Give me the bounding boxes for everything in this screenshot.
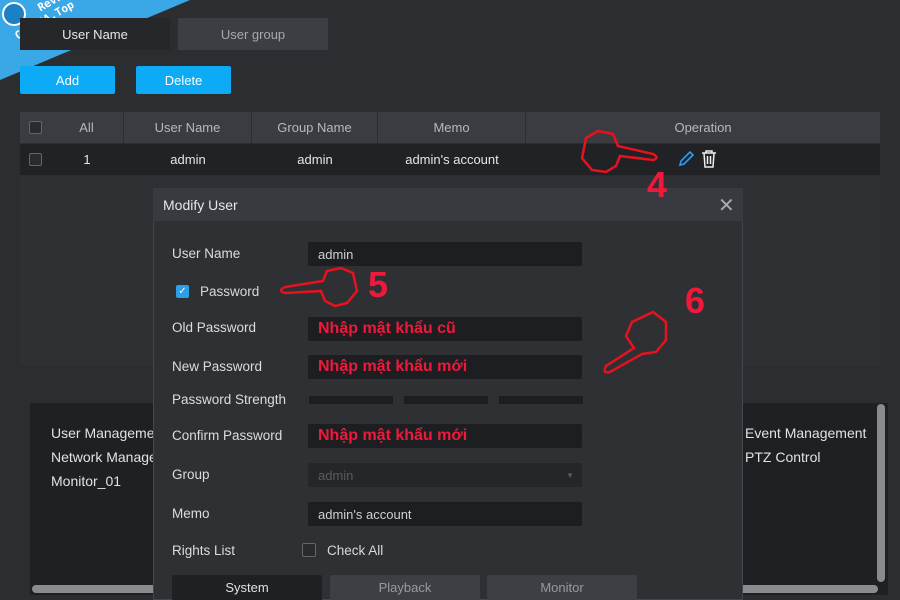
new-password-label: New Password bbox=[172, 359, 263, 374]
row-group-name: admin bbox=[297, 152, 333, 167]
header-group-name: Group Name bbox=[252, 112, 378, 143]
strength-bar bbox=[309, 396, 393, 404]
strength-bar bbox=[499, 396, 583, 404]
new-password-input[interactable]: Nhập mật khẩu mới bbox=[308, 355, 582, 379]
right-item[interactable]: Event Management bbox=[745, 425, 866, 441]
group-select: admin ▼ bbox=[308, 463, 582, 487]
memo-input[interactable]: admin's account bbox=[308, 502, 582, 526]
select-all-checkbox[interactable] bbox=[28, 121, 42, 134]
right-item[interactable]: PTZ Control bbox=[745, 449, 820, 465]
dialog-tab-system[interactable]: System bbox=[172, 575, 322, 600]
right-item[interactable]: Network Manage bbox=[51, 449, 157, 465]
rights-list-label: Rights List bbox=[172, 543, 236, 558]
tab-user-group[interactable]: User group bbox=[178, 18, 328, 50]
password-label: Password bbox=[200, 284, 260, 299]
step-6-label: 6 bbox=[685, 280, 706, 321]
header-select-all[interactable] bbox=[20, 112, 50, 143]
dialog-tab-monitor[interactable]: Monitor bbox=[487, 575, 637, 600]
delete-trash-icon[interactable] bbox=[700, 149, 718, 169]
tab-user-name[interactable]: User Name bbox=[20, 18, 170, 50]
user-name-label: User Name bbox=[172, 246, 241, 261]
old-password-input[interactable]: Nhập mật khẩu cũ bbox=[308, 317, 582, 341]
user-name-input[interactable]: admin bbox=[308, 242, 582, 266]
row-checkbox[interactable] bbox=[20, 144, 50, 175]
row-memo: admin's account bbox=[405, 152, 499, 167]
header-memo: Memo bbox=[378, 112, 526, 143]
header-user-name: User Name bbox=[124, 112, 252, 143]
group-label: Group bbox=[172, 467, 210, 482]
header-all: All bbox=[50, 112, 124, 143]
password-strength-label: Password Strength bbox=[172, 392, 287, 407]
memo-label: Memo bbox=[172, 506, 210, 521]
right-item[interactable]: User Manageme bbox=[51, 425, 155, 441]
add-button[interactable]: Add bbox=[20, 66, 115, 94]
row-index: 1 bbox=[83, 152, 91, 167]
pointing-hand-annotation bbox=[603, 310, 668, 374]
old-password-label: Old Password bbox=[172, 320, 257, 335]
close-icon[interactable]: ✕ bbox=[718, 193, 735, 218]
dialog-title: Modify User bbox=[163, 197, 238, 213]
delete-button[interactable]: Delete bbox=[136, 66, 231, 94]
edit-pencil-icon[interactable] bbox=[677, 150, 695, 168]
strength-bar bbox=[404, 396, 488, 404]
row-user-name: admin bbox=[170, 152, 206, 167]
password-checkbox[interactable]: ✓ bbox=[176, 285, 189, 298]
right-item[interactable]: Monitor_01 bbox=[51, 473, 121, 489]
chevron-down-icon: ▼ bbox=[566, 470, 574, 480]
confirm-password-input[interactable]: Nhập mật khẩu mới bbox=[308, 424, 582, 448]
check-all-label: Check All bbox=[327, 543, 384, 558]
confirm-password-label: Confirm Password bbox=[172, 428, 283, 443]
dialog-tab-playback[interactable]: Playback bbox=[330, 575, 480, 600]
step-5-label: 5 bbox=[368, 264, 389, 305]
vertical-scrollbar[interactable] bbox=[877, 404, 885, 582]
step-4-label: 4 bbox=[647, 164, 668, 205]
pointing-hand-annotation bbox=[279, 266, 359, 308]
check-all-checkbox[interactable] bbox=[302, 543, 316, 557]
